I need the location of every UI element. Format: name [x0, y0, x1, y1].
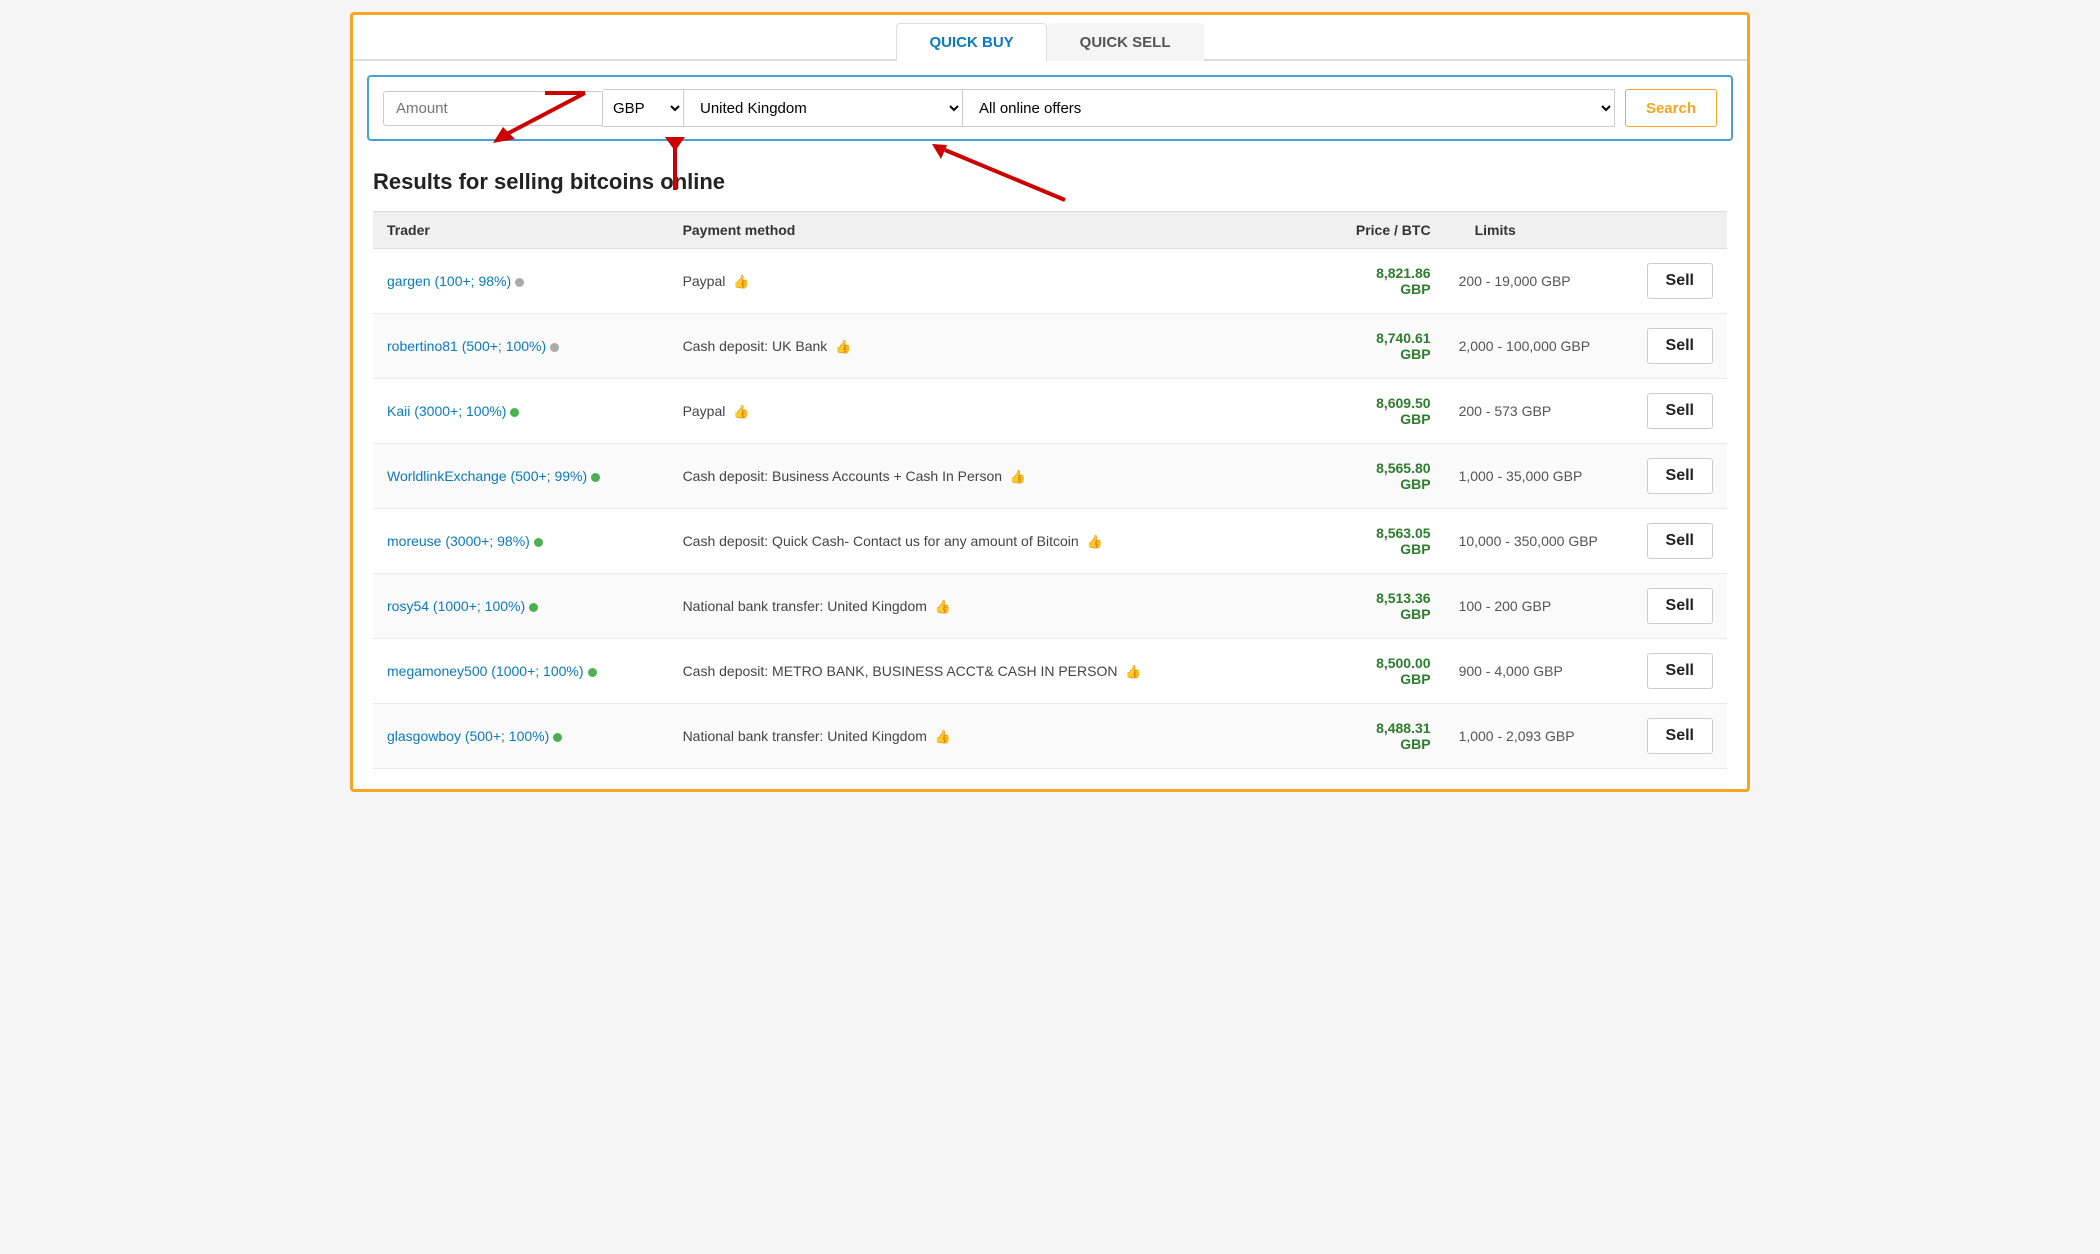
thumbs-up-icon: 👍 [733, 404, 749, 419]
price-cell: 8,609.50GBP [1257, 379, 1445, 444]
sell-button[interactable]: Sell [1647, 328, 1713, 364]
sell-button[interactable]: Sell [1647, 653, 1713, 689]
limits-cell: 100 - 200 GBP [1445, 574, 1633, 639]
payment-cell: National bank transfer: United Kingdom 👍 [669, 704, 1257, 769]
results-title: Results for selling bitcoins online [373, 169, 1727, 195]
payment-cell: Cash deposit: UK Bank 👍 [669, 314, 1257, 379]
trader-cell: Kaii (3000+; 100%) [373, 379, 669, 444]
col-price: Price / BTC [1257, 212, 1445, 249]
country-select[interactable]: United Kingdom United States Germany Fra… [683, 89, 963, 127]
trader-link[interactable]: megamoney500 (1000+; 100%) [387, 663, 584, 679]
trader-link[interactable]: Kaii (3000+; 100%) [387, 403, 506, 419]
amount-input[interactable] [383, 91, 603, 126]
col-payment: Payment method [669, 212, 1257, 249]
price-cell: 8,513.36GBP [1257, 574, 1445, 639]
status-dot [588, 668, 597, 677]
sell-button[interactable]: Sell [1647, 263, 1713, 299]
status-dot [550, 343, 559, 352]
table-row: Kaii (3000+; 100%) Paypal 👍8,609.50GBP200… [373, 379, 1727, 444]
trader-link[interactable]: WorldlinkExchange (500+; 99%) [387, 468, 587, 484]
trader-cell: moreuse (3000+; 98%) [373, 509, 669, 574]
currency-select[interactable]: GBP USD EUR BTC [603, 89, 683, 127]
price-cell: 8,500.00GBP [1257, 639, 1445, 704]
tabs-bar: QUICK BUY QUICK SELL [353, 15, 1747, 61]
trader-link[interactable]: rosy54 (1000+; 100%) [387, 598, 525, 614]
trader-link[interactable]: moreuse (3000+; 98%) [387, 533, 530, 549]
sell-cell: Sell [1633, 574, 1728, 639]
col-limits: Limits [1445, 212, 1633, 249]
thumbs-up-icon: 👍 [733, 274, 749, 289]
table-row: megamoney500 (1000+; 100%) Cash deposit: … [373, 639, 1727, 704]
status-dot [510, 408, 519, 417]
status-dot [529, 603, 538, 612]
sell-cell: Sell [1633, 444, 1728, 509]
sell-button[interactable]: Sell [1647, 718, 1713, 754]
trader-cell: glasgowboy (500+; 100%) [373, 704, 669, 769]
payment-cell: Cash deposit: METRO BANK, BUSINESS ACCT&… [669, 639, 1257, 704]
main-container: QUICK BUY QUICK SELL GBP USD EUR BTC Uni… [350, 12, 1750, 792]
thumbs-up-icon: 👍 [1125, 664, 1141, 679]
sell-cell: Sell [1633, 249, 1728, 314]
search-bar: GBP USD EUR BTC United Kingdom United St… [367, 75, 1733, 141]
sell-cell: Sell [1633, 509, 1728, 574]
payment-cell: Paypal 👍 [669, 379, 1257, 444]
thumbs-up-icon: 👍 [1087, 534, 1103, 549]
table-row: rosy54 (1000+; 100%) National bank transf… [373, 574, 1727, 639]
sell-button[interactable]: Sell [1647, 393, 1713, 429]
trader-link[interactable]: robertino81 (500+; 100%) [387, 338, 546, 354]
price-cell: 8,488.31GBP [1257, 704, 1445, 769]
thumbs-up-icon: 👍 [935, 729, 951, 744]
trader-link[interactable]: glasgowboy (500+; 100%) [387, 728, 549, 744]
limits-cell: 900 - 4,000 GBP [1445, 639, 1633, 704]
trader-cell: WorldlinkExchange (500+; 99%) [373, 444, 669, 509]
table-row: WorldlinkExchange (500+; 99%) Cash deposi… [373, 444, 1727, 509]
trader-link[interactable]: gargen (100+; 98%) [387, 273, 511, 289]
sell-button[interactable]: Sell [1647, 458, 1713, 494]
trader-cell: gargen (100+; 98%) [373, 249, 669, 314]
sell-cell: Sell [1633, 314, 1728, 379]
trader-cell: rosy54 (1000+; 100%) [373, 574, 669, 639]
limits-cell: 200 - 19,000 GBP [1445, 249, 1633, 314]
payment-cell: Cash deposit: Business Accounts + Cash I… [669, 444, 1257, 509]
table-row: gargen (100+; 98%) Paypal 👍8,821.86GBP200… [373, 249, 1727, 314]
status-dot [515, 278, 524, 287]
limits-cell: 200 - 573 GBP [1445, 379, 1633, 444]
limits-cell: 1,000 - 2,093 GBP [1445, 704, 1633, 769]
sell-cell: Sell [1633, 704, 1728, 769]
trader-cell: robertino81 (500+; 100%) [373, 314, 669, 379]
price-cell: 8,740.61GBP [1257, 314, 1445, 379]
sell-cell: Sell [1633, 639, 1728, 704]
status-dot [591, 473, 600, 482]
limits-cell: 10,000 - 350,000 GBP [1445, 509, 1633, 574]
payment-cell: Cash deposit: Quick Cash- Contact us for… [669, 509, 1257, 574]
sell-button[interactable]: Sell [1647, 588, 1713, 624]
status-dot [534, 538, 543, 547]
offer-type-select[interactable]: All online offers Cash deposit National … [963, 89, 1615, 127]
payment-cell: National bank transfer: United Kingdom 👍 [669, 574, 1257, 639]
price-cell: 8,821.86GBP [1257, 249, 1445, 314]
offers-table: Trader Payment method Price / BTC Limits… [373, 211, 1727, 769]
search-bar-wrapper: GBP USD EUR BTC United Kingdom United St… [353, 75, 1747, 141]
sell-cell: Sell [1633, 379, 1728, 444]
table-row: glasgowboy (500+; 100%) National bank tra… [373, 704, 1727, 769]
limits-cell: 1,000 - 35,000 GBP [1445, 444, 1633, 509]
thumbs-up-icon: 👍 [935, 599, 951, 614]
payment-cell: Paypal 👍 [669, 249, 1257, 314]
table-row: robertino81 (500+; 100%) Cash deposit: UK… [373, 314, 1727, 379]
table-header-row: Trader Payment method Price / BTC Limits [373, 212, 1727, 249]
table-row: moreuse (3000+; 98%) Cash deposit: Quick … [373, 509, 1727, 574]
sell-button[interactable]: Sell [1647, 523, 1713, 559]
thumbs-up-icon: 👍 [835, 339, 851, 354]
limits-cell: 2,000 - 100,000 GBP [1445, 314, 1633, 379]
search-button[interactable]: Search [1625, 89, 1717, 127]
thumbs-up-icon: 👍 [1010, 469, 1026, 484]
trader-cell: megamoney500 (1000+; 100%) [373, 639, 669, 704]
price-cell: 8,565.80GBP [1257, 444, 1445, 509]
tab-quick-sell[interactable]: QUICK SELL [1047, 23, 1204, 61]
price-cell: 8,563.05GBP [1257, 509, 1445, 574]
status-dot [553, 733, 562, 742]
results-section: Results for selling bitcoins online Trad… [353, 155, 1747, 789]
tab-quick-buy[interactable]: QUICK BUY [896, 23, 1046, 61]
col-trader: Trader [373, 212, 669, 249]
